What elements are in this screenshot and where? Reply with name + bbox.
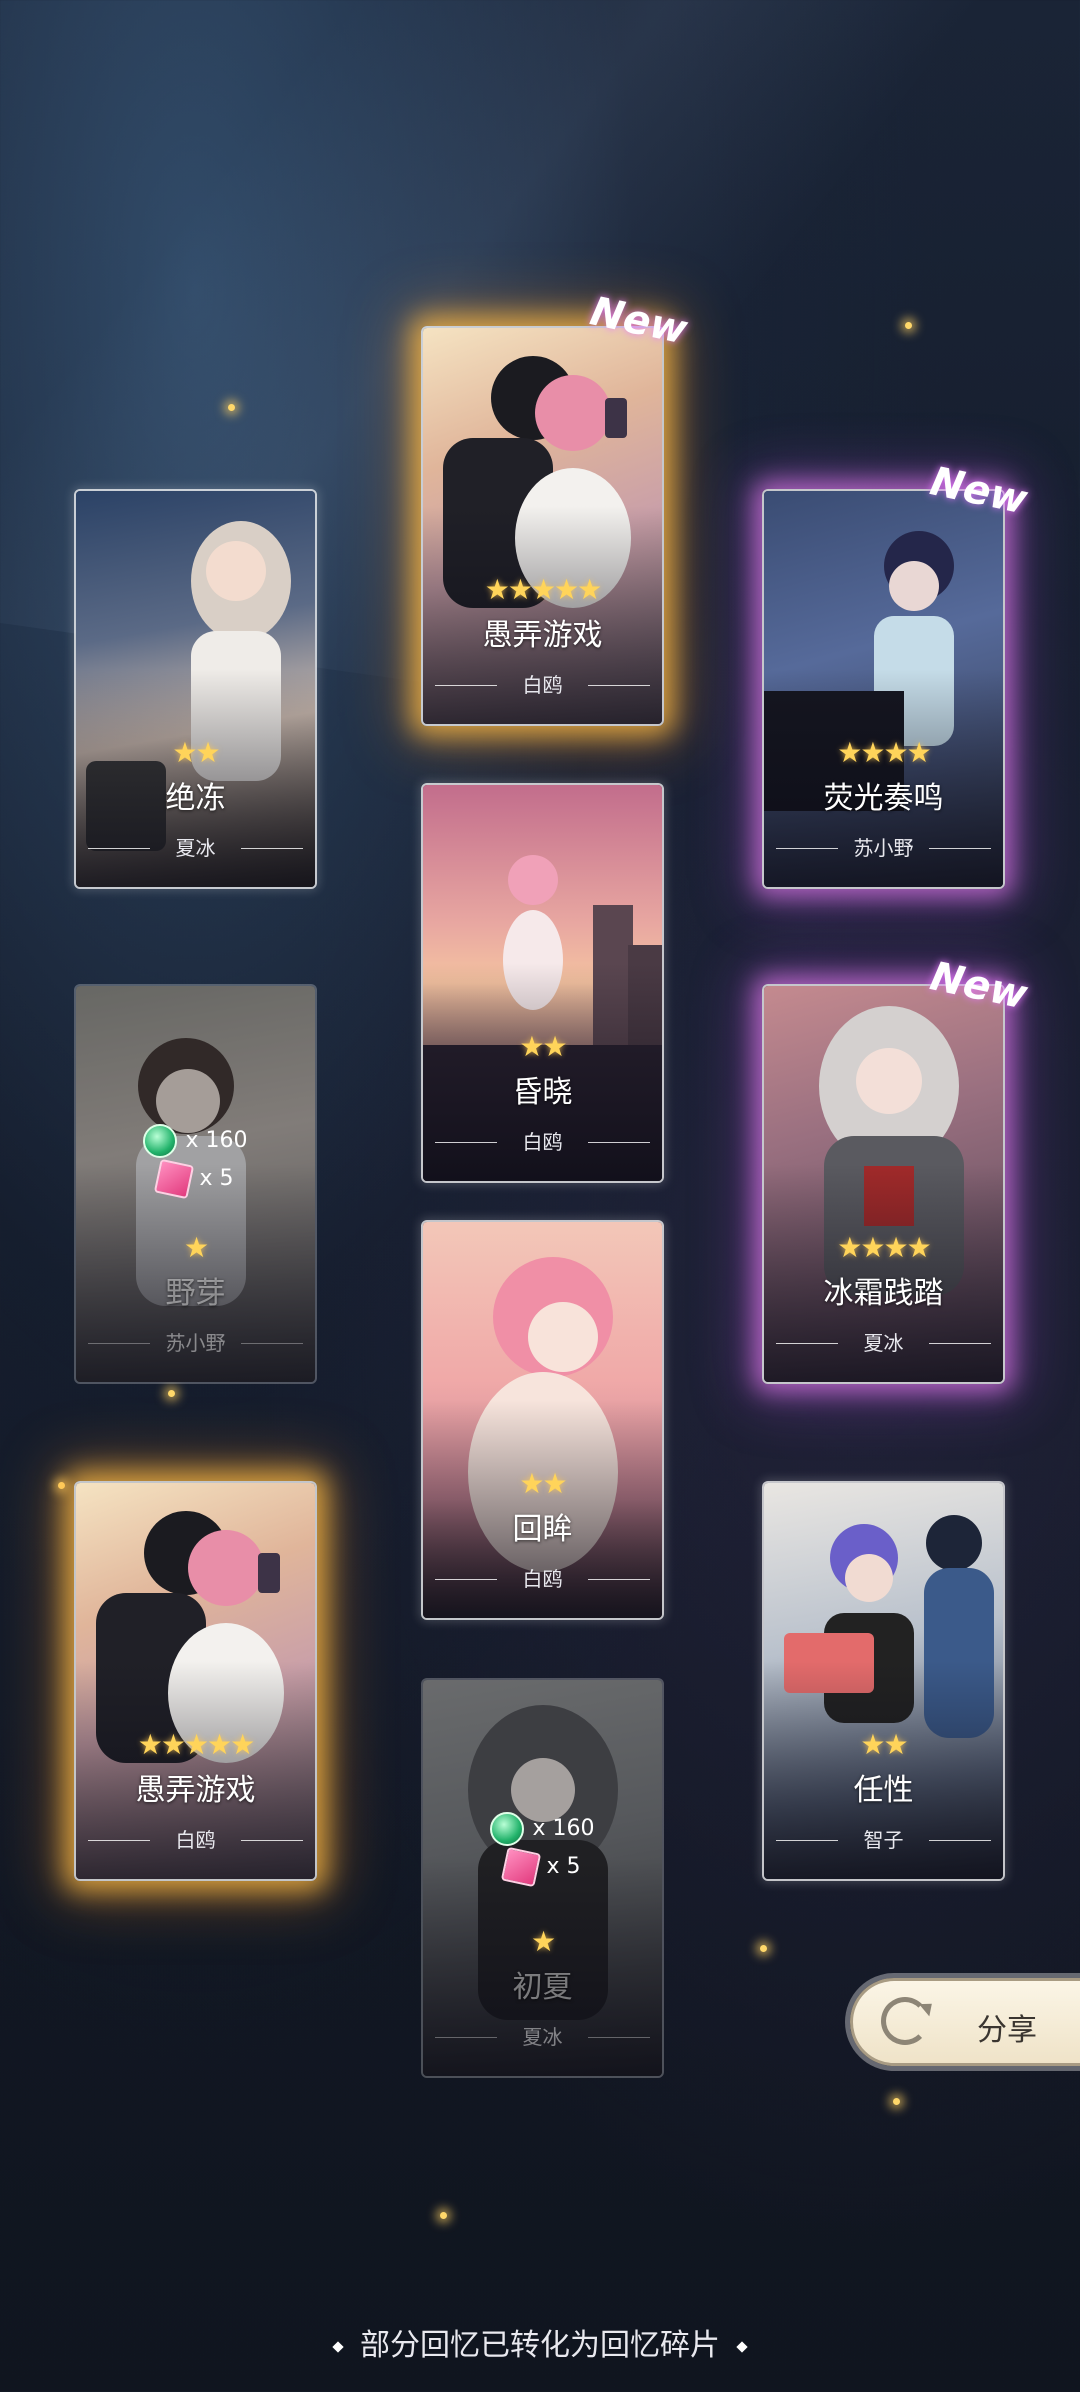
memory-card[interactable]: ★★ 回眸 白鸥	[421, 1220, 664, 1620]
gem-count: x 160	[185, 1128, 248, 1153]
card-title: 任性	[853, 1773, 914, 1808]
gem-icon	[490, 1812, 525, 1846]
card-title: 冰霜践踏	[823, 1276, 944, 1311]
memory-card[interactable]: ★★ 昏晓 白鸥	[421, 783, 664, 1183]
rarity-stars: ★★★★	[837, 1231, 931, 1264]
rarity-stars: ★	[530, 1925, 556, 1958]
fragment-icon	[501, 1846, 542, 1888]
gem-reward: x 160	[423, 1812, 662, 1846]
card-author: 夏冰	[175, 836, 216, 860]
share-button[interactable]: 分享	[850, 1978, 1080, 2066]
memory-card[interactable]: ★★★★ 冰霜践踏 夏冰	[762, 984, 1005, 1384]
card-author: 夏冰	[522, 2025, 563, 2049]
rarity-stars: ★★	[519, 1467, 567, 1500]
memory-card[interactable]: ★★ 绝冻 夏冰	[74, 489, 317, 889]
rarity-stars: ★★★★★	[137, 1728, 256, 1761]
memory-card[interactable]: ★★★★ 荧光奏鸣 苏小野	[762, 489, 1005, 889]
card-author: 苏小野	[853, 836, 914, 860]
card-title: 野芽	[165, 1276, 226, 1311]
footer-note: 部分回忆已转化为回忆碎片	[0, 2320, 1080, 2364]
rarity-stars: ★★	[860, 1728, 908, 1761]
fragment-count: x 5	[199, 1166, 234, 1191]
gem-icon	[143, 1124, 178, 1158]
sparkle	[440, 2212, 447, 2219]
rarity-stars: ★★★★	[837, 736, 931, 769]
sparkle	[168, 1390, 175, 1397]
gem-count: x 160	[532, 1816, 595, 1841]
sparkle	[228, 404, 235, 411]
share-label: 分享	[977, 2013, 1037, 2048]
card-author: 白鸥	[522, 1130, 563, 1154]
sparkle	[905, 322, 912, 329]
card-title: 绝冻	[165, 781, 226, 816]
footer-text: 部分回忆已转化为回忆碎片	[360, 2328, 720, 2363]
card-author: 夏冰	[863, 1331, 904, 1355]
sparkle	[760, 1945, 767, 1952]
fragment-reward: x 5	[423, 1846, 662, 1888]
rarity-stars: ★★	[519, 1030, 567, 1063]
rarity-stars: ★★★★★	[484, 573, 603, 606]
fragment-icon	[154, 1158, 195, 1200]
share-icon	[881, 1997, 929, 2045]
memory-card-converted[interactable]: x 160 x 5 ★ 初夏 夏冰	[421, 1678, 664, 2078]
memory-card[interactable]: ★★ 任性 智子	[762, 1481, 1005, 1881]
card-title: 愚弄游戏	[482, 618, 603, 653]
sparkle	[58, 1482, 65, 1489]
rarity-stars: ★	[183, 1231, 209, 1264]
card-title: 初夏	[512, 1970, 573, 2005]
diamond-icon	[736, 2340, 748, 2353]
card-title: 愚弄游戏	[135, 1773, 256, 1808]
card-author: 智子	[863, 1828, 904, 1852]
card-title: 昏晓	[512, 1075, 573, 1110]
rarity-stars: ★★	[172, 736, 220, 769]
card-author: 苏小野	[165, 1331, 226, 1355]
memory-card-converted[interactable]: x 160 x 5 ★ 野芽 苏小野	[74, 984, 317, 1384]
card-author: 白鸥	[175, 1828, 216, 1852]
fragment-count: x 5	[546, 1854, 581, 1879]
card-title: 回眸	[512, 1512, 573, 1547]
sparkle	[893, 2098, 900, 2105]
memory-card[interactable]: ★★★★★ 愚弄游戏 白鸥	[421, 326, 664, 726]
memory-card[interactable]: ★★★★★ 愚弄游戏 白鸥	[74, 1481, 317, 1881]
card-title: 荧光奏鸣	[823, 781, 944, 816]
fragment-reward: x 5	[76, 1158, 315, 1200]
card-author: 白鸥	[522, 1567, 563, 1591]
card-author: 白鸥	[522, 673, 563, 697]
gem-reward: x 160	[76, 1124, 315, 1158]
diamond-icon	[332, 2340, 344, 2353]
